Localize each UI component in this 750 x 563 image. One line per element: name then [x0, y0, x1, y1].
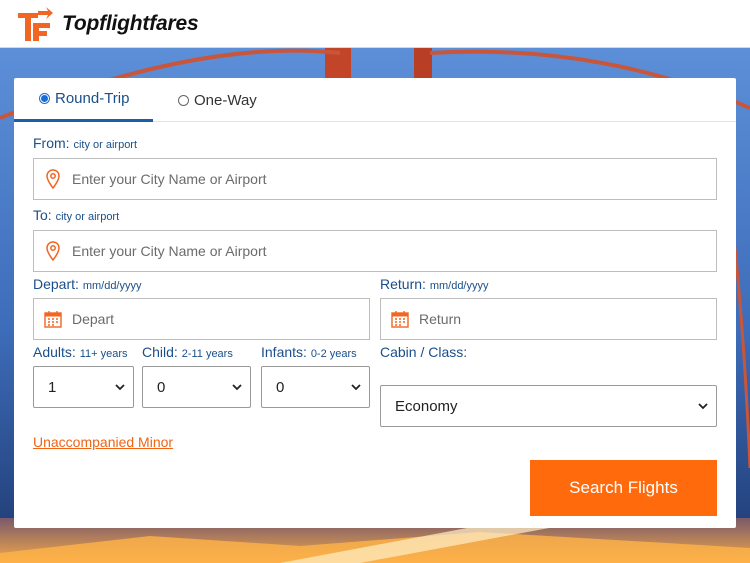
child-value: 0 [157, 378, 166, 396]
tab-one-way-label: One-Way [194, 91, 257, 109]
depart-label: Depart: mm/dd/yyyy [33, 276, 142, 292]
cabin-value: Economy [395, 397, 458, 415]
flight-search-form: Round-Trip One-Way From: city or airport… [14, 78, 736, 528]
tab-round-trip[interactable]: Round-Trip [14, 78, 153, 122]
calendar-icon [390, 308, 410, 330]
from-field[interactable] [33, 158, 717, 200]
cabin-class-select[interactable]: Economy [380, 385, 717, 427]
depart-date-field[interactable] [33, 298, 370, 340]
adults-label: Adults: 11+ years [33, 344, 128, 360]
to-input[interactable] [72, 243, 632, 259]
return-input[interactable] [419, 311, 679, 327]
radio-unchecked-icon[interactable] [178, 94, 189, 106]
from-input[interactable] [72, 171, 632, 187]
adults-hint: 11+ years [79, 348, 128, 360]
infants-label-text: Infants: [261, 344, 307, 360]
depart-hint: mm/dd/yyyy [82, 280, 142, 292]
cabin-label: Cabin / Class: [380, 344, 467, 360]
radio-checked-icon[interactable] [39, 93, 50, 104]
calendar-icon [43, 308, 63, 330]
brand-name[interactable]: Topflightfares [62, 12, 199, 36]
depart-label-text: Depart: [33, 276, 79, 292]
unaccompanied-minor-link[interactable]: Unaccompanied Minor [33, 434, 173, 450]
search-flights-button[interactable]: Search Flights [530, 460, 717, 516]
trip-type-tabs: Round-Trip One-Way [14, 78, 736, 122]
infants-value: 0 [276, 378, 285, 396]
to-label: To: city or airport [33, 207, 119, 223]
site-header: Topflightfares [0, 0, 750, 48]
child-hint: 2-11 years [181, 348, 233, 360]
return-label-text: Return: [380, 276, 426, 292]
chevron-down-icon [351, 384, 361, 391]
location-pin-icon [43, 168, 63, 190]
chevron-down-icon [115, 384, 125, 391]
infants-hint: 0-2 years [310, 348, 357, 360]
return-label: Return: mm/dd/yyyy [380, 276, 489, 292]
child-select[interactable]: 0 [142, 366, 251, 408]
chevron-down-icon [698, 403, 708, 410]
child-label: Child: 2-11 years [142, 344, 233, 360]
from-label: From: city or airport [33, 135, 137, 151]
child-label-text: Child: [142, 344, 178, 360]
return-date-field[interactable] [380, 298, 717, 340]
to-hint: city or airport [55, 211, 120, 223]
return-hint: mm/dd/yyyy [429, 280, 489, 292]
chevron-down-icon [232, 384, 242, 391]
infants-label: Infants: 0-2 years [261, 344, 357, 360]
logo-icon[interactable] [16, 5, 54, 43]
adults-label-text: Adults: [33, 344, 76, 360]
tab-round-trip-label: Round-Trip [55, 90, 130, 107]
infants-select[interactable]: 0 [261, 366, 370, 408]
to-field[interactable] [33, 230, 717, 272]
location-pin-icon [43, 240, 63, 262]
to-label-text: To: [33, 207, 52, 223]
tab-one-way[interactable]: One-Way [178, 78, 257, 122]
cabin-label-text: Cabin / Class: [380, 344, 468, 360]
from-hint: city or airport [73, 139, 138, 151]
adults-select[interactable]: 1 [33, 366, 134, 408]
from-label-text: From: [33, 135, 70, 151]
adults-value: 1 [48, 378, 57, 396]
depart-input[interactable] [72, 311, 332, 327]
